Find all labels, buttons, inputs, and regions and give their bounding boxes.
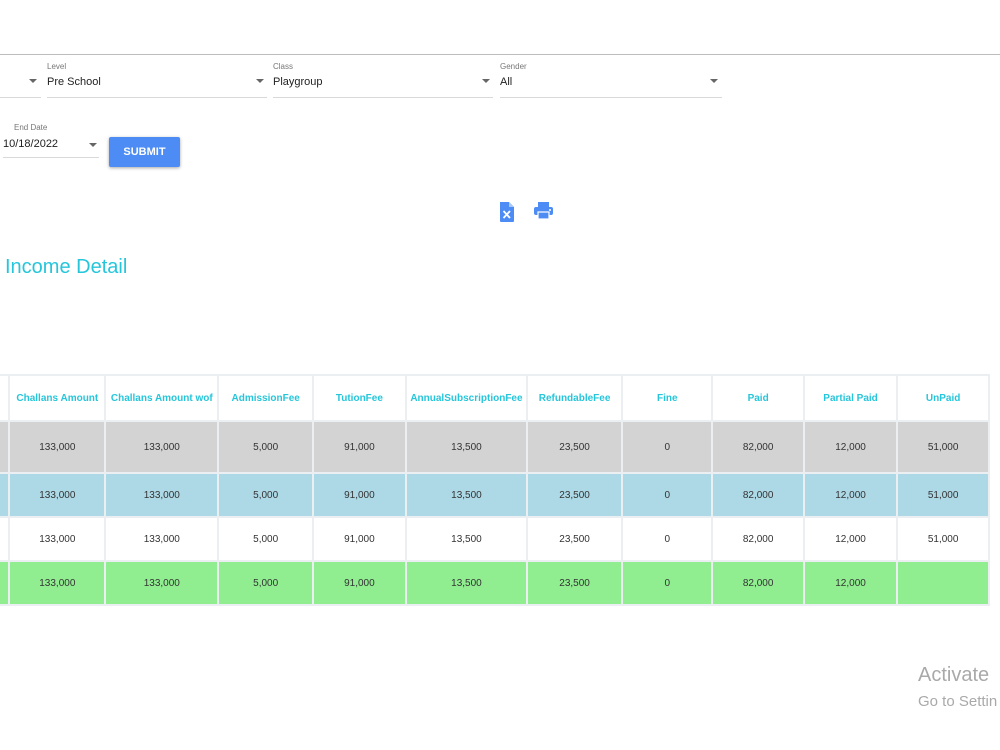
table-cell: 82,000 <box>711 516 805 562</box>
table-header-row: Challans Amount Challans Amount wof Admi… <box>0 374 990 422</box>
partial-select[interactable] <box>0 62 41 98</box>
table-cell: 5,000 <box>217 560 314 606</box>
table-cell: 5,000 <box>217 516 314 562</box>
column-header <box>0 374 11 422</box>
table-cell: 133,000 <box>104 420 220 474</box>
table-cell: 0 <box>621 420 714 474</box>
table-cell: 133,000 <box>104 560 220 606</box>
class-label: Class <box>273 62 294 71</box>
class-select[interactable]: Class Playgroup <box>273 62 493 98</box>
table-cell: 82,000 <box>711 472 805 518</box>
table-cell: 91,000 <box>312 516 407 562</box>
end-date-picker[interactable]: End Date 10/18/2022 <box>3 123 99 158</box>
table-cell: 82,000 <box>711 560 805 606</box>
table-cell: 91,000 <box>312 420 407 474</box>
level-select[interactable]: Level Pre School <box>47 62 267 98</box>
table-cell: 13,500 <box>404 560 529 606</box>
activation-watermark-title: Activate <box>918 664 990 686</box>
column-header[interactable]: UnPaid <box>896 374 990 422</box>
table-cell <box>0 472 11 518</box>
table-cell: 133,000 <box>8 472 107 518</box>
section-title: Income Detail <box>5 256 128 278</box>
table-cell: 82,000 <box>711 420 805 474</box>
column-header[interactable]: AnnualSubscriptionFee <box>404 374 529 422</box>
table-cell: 12,000 <box>802 472 899 518</box>
gender-select[interactable]: Gender All <box>500 62 722 98</box>
table-cell: 12,000 <box>802 516 899 562</box>
table-cell: 91,000 <box>312 560 407 606</box>
chevron-down-icon <box>482 79 490 83</box>
column-header[interactable]: Challans Amount wof <box>104 374 220 422</box>
table-cell: 13,500 <box>404 516 529 562</box>
chevron-down-icon <box>89 143 97 147</box>
table-cell <box>0 516 11 562</box>
header-divider <box>0 54 1000 55</box>
table-cell: 12,000 <box>802 560 899 606</box>
gender-value: All <box>500 76 513 88</box>
end-date-label: End Date <box>14 123 48 132</box>
table-cell: 51,000 <box>896 516 990 562</box>
excel-export-icon[interactable] <box>499 202 517 222</box>
column-header[interactable]: RefundableFee <box>526 374 624 422</box>
table-row: 133,000 133,000 5,000 91,000 13,500 23,5… <box>0 472 990 518</box>
column-header[interactable]: Paid <box>711 374 805 422</box>
gender-label: Gender <box>500 62 527 71</box>
table-row: 133,000 133,000 5,000 91,000 13,500 23,5… <box>0 516 990 562</box>
table-cell: 91,000 <box>312 472 407 518</box>
table-cell: 51,000 <box>896 420 990 474</box>
chevron-down-icon <box>256 79 264 83</box>
table-cell: 13,500 <box>404 472 529 518</box>
table-cell: 5,000 <box>217 472 314 518</box>
table-cell <box>0 420 11 474</box>
level-label: Level <box>47 62 67 71</box>
table-cell: 0 <box>621 516 714 562</box>
column-header[interactable]: Challans Amount <box>8 374 107 422</box>
activation-watermark-subtitle: Go to Settin <box>918 693 998 710</box>
table-cell <box>0 560 11 606</box>
table-cell <box>896 560 990 606</box>
table-cell: 23,500 <box>526 420 624 474</box>
table-cell: 12,000 <box>802 420 899 474</box>
table-cell: 5,000 <box>217 420 314 474</box>
table-cell: 133,000 <box>104 472 220 518</box>
table-cell: 133,000 <box>8 560 107 606</box>
column-header[interactable]: Fine <box>621 374 714 422</box>
table-cell: 13,500 <box>404 420 529 474</box>
column-header[interactable]: AdmissionFee <box>217 374 314 422</box>
income-table: Challans Amount Challans Amount wof Admi… <box>0 374 990 606</box>
table-cell: 0 <box>621 560 714 606</box>
chevron-down-icon <box>29 79 37 83</box>
table-cell: 0 <box>621 472 714 518</box>
class-value: Playgroup <box>273 76 323 88</box>
level-value: Pre School <box>47 76 101 88</box>
column-header[interactable]: Partial Paid <box>802 374 899 422</box>
print-icon[interactable] <box>534 202 554 222</box>
end-date-value: 10/18/2022 <box>3 138 59 150</box>
table-cell: 51,000 <box>896 472 990 518</box>
table-row: 133,000 133,000 5,000 91,000 13,500 23,5… <box>0 420 990 474</box>
table-row: 133,000 133,000 5,000 91,000 13,500 23,5… <box>0 560 990 606</box>
table-cell: 23,500 <box>526 560 624 606</box>
column-header[interactable]: TutionFee <box>312 374 407 422</box>
submit-button[interactable]: SUBMIT <box>109 137 180 167</box>
table-cell: 23,500 <box>526 516 624 562</box>
chevron-down-icon <box>710 79 718 83</box>
table-cell: 133,000 <box>8 516 107 562</box>
table-cell: 133,000 <box>104 516 220 562</box>
table-cell: 133,000 <box>8 420 107 474</box>
table-cell: 23,500 <box>526 472 624 518</box>
